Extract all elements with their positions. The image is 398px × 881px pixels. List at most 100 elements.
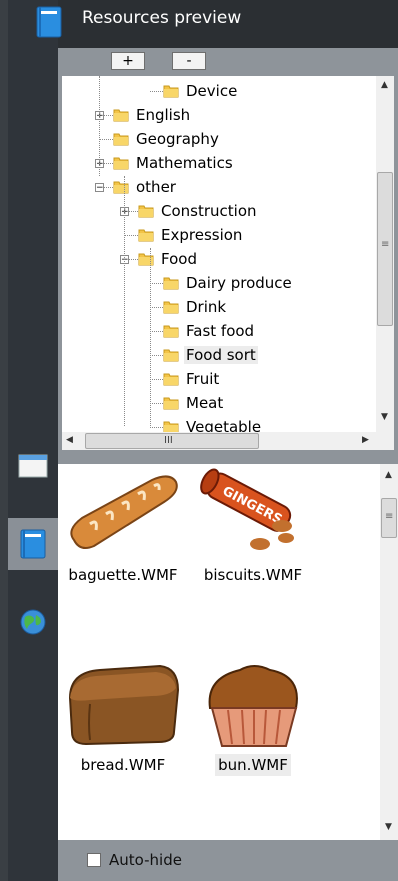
tree-node[interactable]: Meat — [163, 392, 225, 414]
tree-connector — [150, 307, 163, 308]
files-vscroll-thumb[interactable]: ≡ — [381, 498, 397, 538]
folder-icon — [163, 277, 179, 290]
folder-icon — [113, 157, 129, 170]
tree-guide — [124, 176, 125, 426]
folder-icon — [163, 325, 179, 338]
tree-node-label: English — [136, 106, 191, 124]
tree-node[interactable]: other — [113, 176, 178, 198]
baguette-image — [70, 475, 178, 549]
sidebar — [8, 0, 58, 881]
tree-connector — [150, 331, 163, 332]
globe-tab[interactable] — [8, 596, 58, 648]
tree-node[interactable]: Fruit — [163, 368, 221, 390]
file-preview-panel: baguette.WMF GINGERS biscuits.WMF bread.… — [58, 464, 398, 840]
panel-splitter[interactable] — [58, 456, 398, 464]
file-name: baguette.WMF — [68, 566, 178, 584]
autohide-checkbox[interactable] — [87, 853, 101, 867]
file-name: biscuits.WMF — [203, 566, 303, 584]
collapse-all-button[interactable]: - — [172, 52, 206, 70]
book-icon — [36, 6, 62, 38]
file-name: bun.WMF — [215, 754, 291, 776]
category-tree[interactable]: Device + English Geography + Mathematics − othe… — [62, 76, 376, 432]
folder-icon — [138, 253, 154, 266]
folder-icon — [138, 229, 154, 242]
folder-icon — [163, 397, 179, 410]
tree-node-label: Device — [186, 82, 238, 100]
tree-node-label: Geography — [136, 130, 219, 148]
tree-node[interactable]: Food — [138, 248, 199, 270]
expand-all-button[interactable]: + — [111, 52, 145, 70]
tree-node[interactable]: Mathematics — [113, 152, 235, 174]
scroll-down-arrow-icon[interactable]: ▼ — [385, 822, 392, 832]
tree-connector — [150, 379, 163, 380]
collapse-toggle-icon[interactable]: − — [95, 183, 104, 193]
autohide-label: Auto-hide — [109, 851, 182, 869]
tree-node-label: Drink — [186, 298, 227, 316]
tree-node[interactable]: Device — [163, 80, 239, 102]
folder-icon — [163, 85, 179, 98]
window-icon — [18, 454, 48, 478]
file-item-bread[interactable]: bread.WMF — [60, 658, 186, 774]
tree-node[interactable]: Construction — [138, 200, 259, 222]
tree-guide — [150, 248, 151, 426]
file-item-baguette[interactable]: baguette.WMF — [60, 468, 186, 584]
tree-horizontal-scrollbar[interactable]: ◀ III ▶ — [62, 432, 376, 450]
tree-vscroll-thumb[interactable]: ≡ — [377, 172, 393, 326]
tree-node-label: Mathematics — [136, 154, 233, 172]
page-title: Resources preview — [82, 8, 242, 28]
tree-node-label: Fast food — [186, 322, 255, 340]
tree-node-label: Meat — [186, 394, 224, 412]
header: Resources preview — [36, 0, 398, 48]
tree-node[interactable]: Expression — [138, 224, 244, 246]
tree-node-label: Dairy produce — [186, 274, 292, 292]
tree-node-label: Expression — [161, 226, 243, 244]
file-item-biscuits[interactable]: GINGERS biscuits.WMF — [190, 468, 316, 584]
tree-connector — [150, 403, 163, 404]
tree-node[interactable]: Food sort — [163, 344, 258, 366]
grip-icon: ≡ — [381, 239, 390, 250]
tree-node[interactable]: Dairy produce — [163, 272, 294, 294]
globe-icon — [20, 609, 46, 635]
tree-connector — [150, 91, 163, 92]
tree-node-label: Food — [161, 250, 197, 268]
tree-node[interactable]: English — [113, 104, 192, 126]
scroll-down-arrow-icon[interactable]: ▼ — [381, 412, 388, 422]
grip-icon: ≡ — [385, 511, 394, 522]
tree-node-label: Vegetable — [186, 418, 262, 432]
folder-icon — [113, 181, 129, 194]
scroll-up-arrow-icon[interactable]: ▲ — [385, 470, 392, 480]
tree-guide — [99, 76, 100, 176]
biscuits-image: GINGERS — [200, 468, 294, 550]
tree-node[interactable]: Vegetable — [163, 416, 263, 432]
tree-node-label: Food sort — [184, 346, 258, 364]
scroll-right-arrow-icon[interactable]: ▶ — [362, 435, 369, 445]
tree-node[interactable]: Geography — [113, 128, 221, 150]
folder-icon — [163, 349, 179, 362]
tree-connector — [150, 427, 163, 428]
book-icon — [20, 529, 46, 559]
book-tab[interactable] — [8, 518, 58, 570]
scroll-left-arrow-icon[interactable]: ◀ — [66, 435, 73, 445]
category-tree-panel: Device + English Geography + Mathematics − othe… — [58, 76, 398, 456]
grip-icon: III — [164, 435, 173, 446]
toolbar: + - — [58, 48, 398, 76]
tree-connector — [99, 139, 113, 140]
file-item-bun[interactable]: bun.WMF — [190, 658, 316, 776]
folder-icon — [163, 421, 179, 432]
window-tab[interactable] — [8, 440, 58, 492]
tree-hscroll-thumb[interactable]: III — [85, 433, 259, 449]
scroll-up-arrow-icon[interactable]: ▲ — [381, 80, 388, 90]
tree-vertical-scrollbar[interactable]: ▲ ≡ ▼ — [376, 76, 394, 432]
tree-node[interactable]: Fast food — [163, 320, 256, 342]
tree-connector — [124, 235, 138, 236]
bun-image — [208, 665, 298, 747]
file-name: bread.WMF — [80, 756, 166, 774]
scroll-corner — [376, 432, 394, 450]
folder-icon — [163, 301, 179, 314]
tree-node[interactable]: Drink — [163, 296, 228, 318]
folder-icon — [138, 205, 154, 218]
files-vertical-scrollbar[interactable]: ▲ ≡ ▼ — [380, 464, 398, 840]
tree-node-label: Fruit — [186, 370, 220, 388]
tree-node-label: Construction — [161, 202, 257, 220]
tree-connector — [150, 283, 163, 284]
